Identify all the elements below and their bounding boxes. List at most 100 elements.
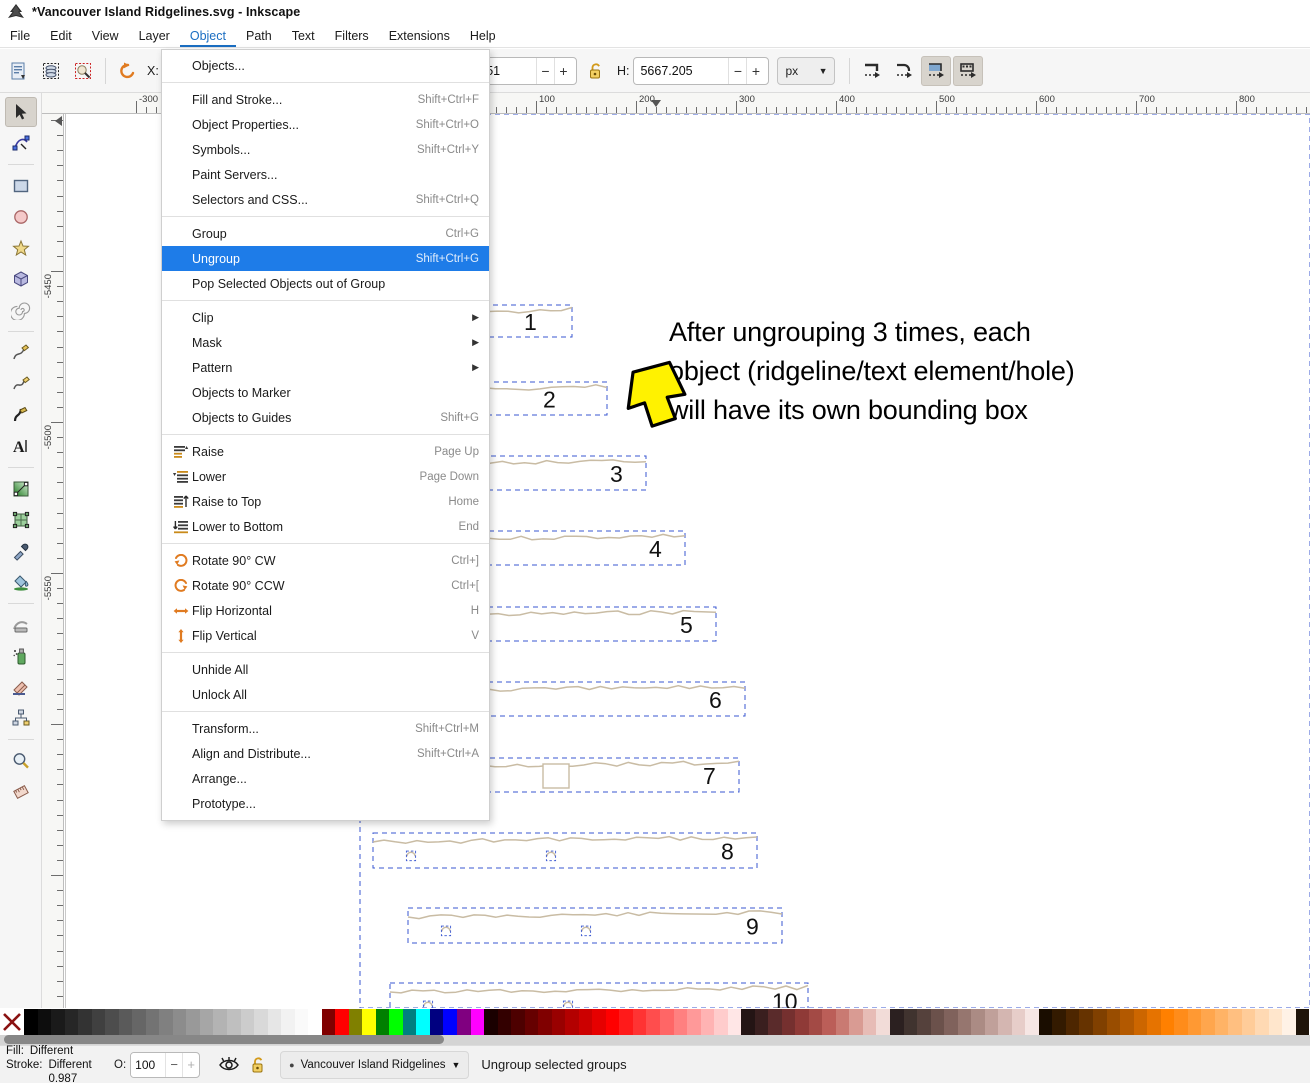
palette-swatch[interactable] (1255, 1009, 1269, 1035)
hole-object[interactable] (581, 926, 591, 932)
none-x-icon[interactable] (0, 1009, 24, 1035)
hole-object-rect[interactable] (542, 763, 570, 789)
palette-swatch[interactable] (1038, 1009, 1053, 1035)
palette-swatch[interactable] (1065, 1009, 1080, 1035)
mesh-gradient-tool[interactable] (5, 505, 37, 535)
menu-extensions[interactable]: Extensions (379, 24, 460, 47)
palette-swatch[interactable] (971, 1009, 985, 1035)
h-increment-button[interactable]: + (746, 57, 765, 84)
palette-swatch[interactable] (132, 1009, 146, 1035)
zoom-tool[interactable] (5, 746, 37, 776)
menu-item-fill-and-stroke[interactable]: Fill and Stroke... Shift+Ctrl+F (162, 87, 489, 112)
ridgeline-object[interactable]: 9 (407, 907, 783, 944)
palette-swatch[interactable] (78, 1009, 92, 1035)
palette-swatch[interactable] (484, 1009, 498, 1035)
palette-swatch[interactable] (1106, 1009, 1121, 1035)
menu-item-align-and-distribute[interactable]: Align and Distribute... Shift+Ctrl+A (162, 741, 489, 766)
tweak-tool[interactable] (5, 610, 37, 640)
menu-help[interactable]: Help (460, 24, 506, 47)
text-element-object[interactable]: 9 (746, 914, 759, 940)
h-input[interactable] (634, 57, 729, 84)
paint-bucket-tool[interactable] (5, 567, 37, 597)
palette-swatch[interactable] (930, 1009, 945, 1035)
palette-swatch[interactable] (159, 1009, 173, 1035)
palette-swatch[interactable] (998, 1009, 1012, 1035)
opacity-decrement-button[interactable]: − (165, 1052, 182, 1077)
palette-swatch[interactable] (687, 1009, 701, 1035)
opacity-input[interactable] (131, 1052, 166, 1077)
menu-layer[interactable]: Layer (129, 24, 180, 47)
palette-swatch[interactable] (944, 1009, 958, 1035)
h-decrement-button[interactable]: − (728, 57, 747, 84)
menu-item-objects-to-marker[interactable]: Objects to Marker (162, 380, 489, 405)
hole-object[interactable] (546, 851, 556, 857)
palette-swatch[interactable] (308, 1009, 322, 1035)
palette-swatch[interactable] (24, 1009, 38, 1035)
palette-swatch[interactable] (741, 1009, 755, 1035)
menu-item-symbols[interactable]: Symbols... Shift+Ctrl+Y (162, 137, 489, 162)
hole-object[interactable] (441, 926, 451, 932)
palette-swatch[interactable] (457, 1009, 471, 1035)
palette-swatch[interactable] (511, 1009, 525, 1035)
menu-item-raise-to-top[interactable]: Raise to Top Home (162, 489, 489, 514)
palette-swatch[interactable] (37, 1009, 52, 1035)
menu-item-raise[interactable]: Raise Page Up (162, 439, 489, 464)
text-element-object[interactable]: 1 (524, 309, 537, 335)
palette-swatch[interactable] (659, 1009, 674, 1035)
palette-swatch[interactable] (186, 1009, 200, 1035)
menu-item-arrange[interactable]: Arrange... (162, 766, 489, 791)
lock-aspect-ratio-icon[interactable] (581, 56, 611, 86)
select-same-icon[interactable] (36, 56, 66, 86)
eyedropper-tool[interactable] (5, 536, 37, 566)
palette-swatch[interactable] (917, 1009, 931, 1035)
affect-patterns-icon[interactable] (953, 55, 984, 86)
palette-swatch[interactable] (1160, 1009, 1175, 1035)
spray-can-tool[interactable] (5, 641, 37, 671)
palette-swatch[interactable] (199, 1009, 214, 1035)
text-element-object[interactable]: 2 (543, 386, 556, 412)
palette-swatch[interactable] (375, 1009, 390, 1035)
palette-swatch[interactable] (727, 1009, 742, 1035)
menu-item-group[interactable]: Group Ctrl+G (162, 221, 489, 246)
select-all-in-all-layers-icon[interactable] (4, 56, 34, 86)
eye-icon[interactable] (214, 1050, 244, 1080)
3d-box-tool[interactable] (5, 264, 37, 294)
menu-item-pop-selected-objects-out-of-group[interactable]: Pop Selected Objects out of Group (162, 271, 489, 296)
w-increment-button[interactable]: + (553, 57, 572, 84)
menu-item-unlock-all[interactable]: Unlock All (162, 682, 489, 707)
palette-swatch[interactable] (1133, 1009, 1148, 1035)
menu-edit[interactable]: Edit (40, 24, 82, 47)
palette-swatch[interactable] (1187, 1009, 1202, 1035)
vertical-ruler[interactable]: -5450 -5500 -5550 (42, 114, 64, 1008)
measure-tool[interactable] (5, 777, 37, 807)
unlocked-padlock-icon[interactable] (244, 1050, 274, 1080)
unit-selector[interactable]: px ▼ (777, 56, 836, 85)
affect-stroke-width-icon[interactable] (857, 56, 887, 86)
palette-swatch[interactable] (1241, 1009, 1256, 1035)
menu-path[interactable]: Path (236, 24, 282, 47)
palette-swatch[interactable] (619, 1009, 633, 1035)
palette-swatch[interactable] (538, 1009, 552, 1035)
gradient-tool[interactable] (5, 474, 37, 504)
menu-item-objects[interactable]: Objects... (162, 53, 489, 78)
calligraphy-tool[interactable] (5, 400, 37, 430)
palette-swatch[interactable] (876, 1009, 890, 1035)
affect-rounded-corners-icon[interactable] (889, 56, 919, 86)
palette-swatch[interactable] (1282, 1009, 1296, 1035)
palette-swatch[interactable] (294, 1009, 309, 1035)
palette-swatch[interactable] (1011, 1009, 1026, 1035)
palette-swatch[interactable] (700, 1009, 715, 1035)
menu-file[interactable]: File (0, 24, 40, 47)
palette-swatch[interactable] (646, 1009, 660, 1035)
menu-item-clip[interactable]: Clip ▶ (162, 305, 489, 330)
layer-selector[interactable]: ● Vancouver Island Ridgelines ▼ (280, 1050, 470, 1079)
text-element-object[interactable]: 4 (649, 536, 662, 562)
selector-tool[interactable] (4, 97, 37, 127)
w-decrement-button[interactable]: − (535, 57, 554, 84)
palette-swatch[interactable] (470, 1009, 485, 1035)
text-element-object[interactable]: 6 (709, 687, 722, 713)
menu-text[interactable]: Text (282, 24, 325, 47)
palette-swatch[interactable] (1052, 1009, 1066, 1035)
palette-swatch[interactable] (849, 1009, 863, 1035)
text-element-object[interactable]: 3 (610, 461, 623, 487)
